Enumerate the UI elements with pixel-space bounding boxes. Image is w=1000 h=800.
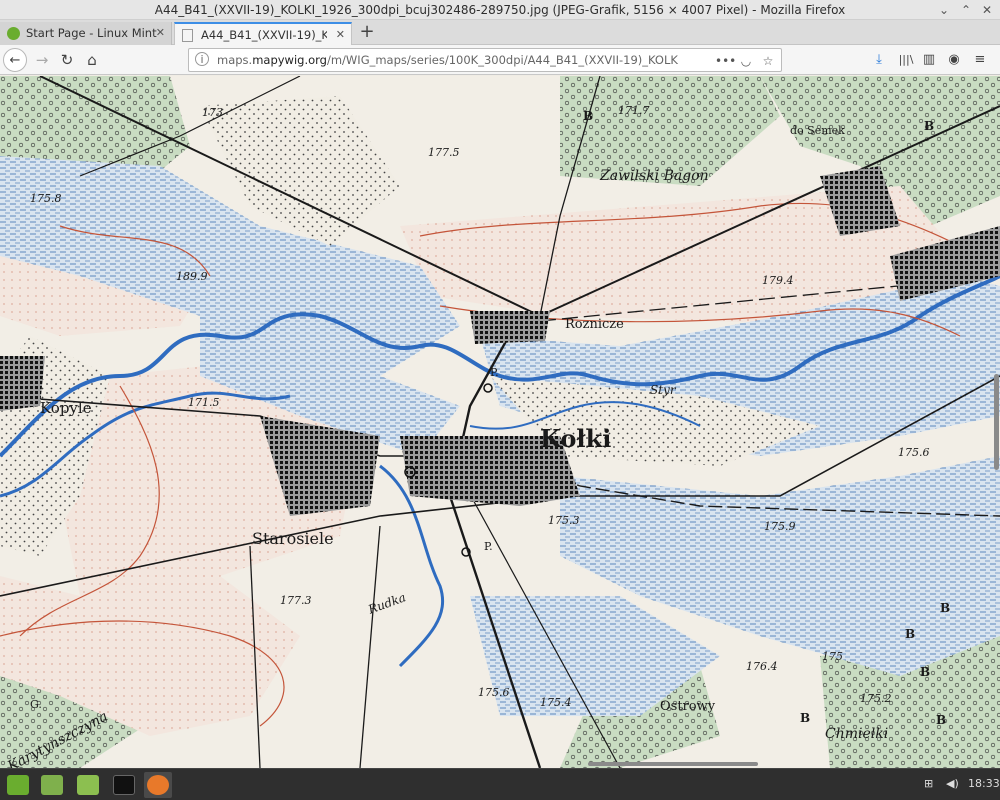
firefox-icon [147,775,169,795]
map-symbol-g: G. [30,698,42,711]
library-icon[interactable]: |||\ [897,51,915,69]
topographic-map-image[interactable]: Kołki Roznicze Kopyle Starosiele Ostrowy… [0,76,1000,768]
files-launcher[interactable] [74,772,102,798]
elevation-label: 171.5 [188,396,220,409]
url-prefix: maps. [217,53,253,67]
page-actions-icon[interactable]: ••• [715,52,736,70]
label-kopyle: Kopyle [40,399,92,417]
elevation-label: 175.3 [548,514,580,527]
site-info-icon[interactable]: i [195,52,209,66]
kopyle-town-block [0,356,45,411]
image-viewport[interactable]: Kołki Roznicze Kopyle Starosiele Ostrowy… [0,76,1000,768]
close-window-button[interactable]: ✕ [979,2,995,18]
roznicze-town-block [470,311,550,344]
mint-menu-button[interactable] [4,772,32,798]
maximize-button[interactable]: ⌃ [958,2,974,18]
elevation-label: 176.4 [746,660,778,673]
elevation-label: 175 [822,650,843,663]
url-path: /m/WIG_maps/series/100K_300dpi/A44_B41_(… [326,53,679,67]
map-symbol-b: B [583,109,593,123]
clock[interactable]: 18:33 [968,777,1000,790]
elevation-label: 171.7 [618,104,650,117]
elevation-label: 175.2 [860,692,892,705]
map-symbol-b: B [920,665,930,679]
linux-mint-favicon-icon [7,27,20,40]
elevation-label: 173 [202,106,223,119]
firefox-taskbar-item[interactable] [144,772,172,798]
horizontal-scrollbar[interactable] [0,760,1000,768]
vertical-scrollbar[interactable] [992,76,1000,768]
image-file-favicon-icon [182,29,193,42]
tab-map-image[interactable]: A44_B41_(XXVII-19)_KOLKI_1926_300dpi_bcu… [174,22,352,45]
tab-label: A44_B41_(XXVII-19)_KOLKI_1926_300dpi_bcu… [201,28,327,42]
horizontal-scroll-thumb[interactable] [588,762,758,766]
label-ostrowy: Ostrowy [660,699,716,714]
map-symbol-p: P. [490,366,499,379]
map-symbol-p: P. [484,540,493,553]
url-host: mapywig.org [252,53,327,67]
close-tab-icon[interactable]: ✕ [156,26,165,39]
url-bar[interactable]: i maps.mapywig.org/m/WIG_maps/series/100… [188,48,782,72]
terminal-icon [113,775,135,795]
elevation-label: 175.6 [898,446,930,459]
minimize-button[interactable]: ⌄ [936,2,952,18]
desktop-icon [41,775,63,795]
volume-icon[interactable]: ◀) [946,777,959,790]
url-text[interactable]: maps.mapywig.org/m/WIG_maps/series/100K_… [217,53,679,67]
sidebar-icon[interactable]: ▥ [920,51,938,69]
tab-label: Start Page - Linux Mint [26,26,157,40]
new-tab-button[interactable]: + [356,22,378,44]
navigation-toolbar: ← → ↻ ⌂ i maps.mapywig.org/m/WIG_maps/se… [0,45,1000,75]
bookmark-star-icon[interactable]: ☆ [759,52,777,70]
tab-strip: Start Page - Linux Mint ✕ A44_B41_(XXVII… [0,20,1000,45]
back-button[interactable]: ← [3,48,27,72]
vertical-scroll-thumb[interactable] [994,374,999,470]
download-icon[interactable]: ⤓ [870,51,888,69]
home-button[interactable]: ⌂ [80,48,104,72]
label-kolki: Kołki [540,424,611,453]
forward-button[interactable]: → [30,48,54,72]
label-roznicze: Roznicze [565,317,624,332]
window-title-bar: A44_B41_(XXVII-19)_KOLKI_1926_300dpi_bcu… [0,0,1000,20]
folder-icon [77,775,99,795]
map-symbol-b: B [924,119,934,133]
firefox-window: A44_B41_(XXVII-19)_KOLKI_1926_300dpi_bcu… [0,0,1000,800]
elevation-label: 175.4 [540,696,572,709]
pocket-icon[interactable]: ◡ [737,52,755,70]
elevation-label: 175.8 [30,192,62,205]
linux-mint-logo-icon [7,775,29,795]
window-title: A44_B41_(XXVII-19)_KOLKI_1926_300dpi_bcu… [154,3,846,17]
reload-button[interactable]: ↻ [55,48,79,72]
system-taskbar: ⊞ ◀) 18:33 [0,768,1000,800]
label-do-semek: do Semek [790,124,845,137]
elevation-label: 175.6 [478,686,510,699]
show-desktop-button[interactable] [38,772,66,798]
map-symbol-b: B [800,711,810,725]
terminal-launcher[interactable] [110,772,138,798]
label-styr-river: Styr [650,383,677,397]
tab-start-page[interactable]: Start Page - Linux Mint ✕ [0,22,172,45]
elevation-label: 179.4 [762,274,794,287]
elevation-label: 177.3 [280,594,312,607]
label-zawilski-bagon: Zawilski Bagon [599,168,709,184]
map-symbol-b: B [936,713,946,727]
elevation-label: 189.9 [176,270,208,283]
label-chmielki: Chmielki [825,726,888,742]
menu-icon[interactable]: ≡ [971,51,989,69]
close-tab-icon[interactable]: ✕ [336,28,345,41]
elevation-label: 175.9 [764,520,796,533]
elevation-label: 177.5 [428,146,460,159]
network-icon[interactable]: ⊞ [924,777,933,790]
map-symbol-b: B [940,601,950,615]
account-icon[interactable]: ◉ [945,51,963,69]
map-symbol-b: B [905,627,915,641]
label-starosiele: Starosiele [252,529,334,548]
